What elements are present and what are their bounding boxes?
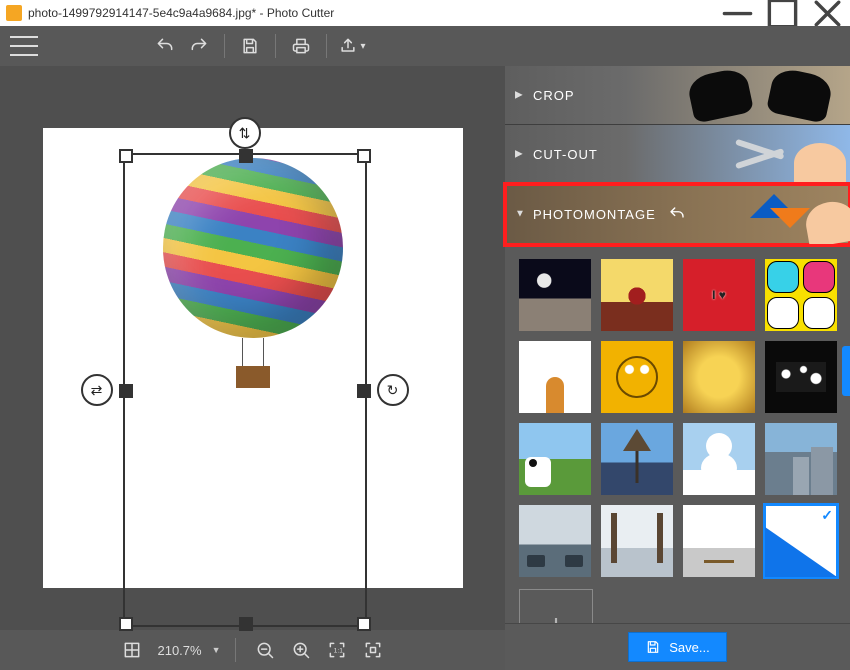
statusbar-divider: [235, 638, 236, 662]
expand-icon: ▶: [515, 90, 524, 101]
save-button-label: Save...: [669, 640, 709, 655]
background-thumb-eiffel[interactable]: [601, 423, 673, 495]
background-thumb-paparazzi[interactable]: [765, 341, 837, 413]
canvas-area: ⇅ ⇄ ↻ 210.7% ▼ 1:1: [0, 66, 505, 670]
cutout-illustration: [794, 143, 846, 183]
zoom-actual-button[interactable]: 1:1: [322, 630, 352, 670]
resize-handle-ne[interactable]: [357, 149, 371, 163]
resize-handle-nw[interactable]: [119, 149, 133, 163]
background-thumb-comic[interactable]: [765, 259, 837, 331]
zoom-fit-button[interactable]: [358, 630, 388, 670]
background-thumb-snowman[interactable]: [683, 423, 755, 495]
document-canvas[interactable]: ⇅ ⇄ ↻: [43, 128, 463, 588]
resize-handle-s[interactable]: [239, 617, 253, 631]
background-thumb-i-heart[interactable]: [683, 259, 755, 331]
background-thumb-cow[interactable]: [519, 423, 591, 495]
expand-icon: ▶: [515, 149, 524, 160]
print-button[interactable]: [284, 26, 318, 66]
resize-handle-e[interactable]: [357, 384, 371, 398]
resize-handle-w[interactable]: [119, 384, 133, 398]
resize-handle-sw[interactable]: [119, 617, 133, 631]
panel-photomontage[interactable]: ▼ PHOTOMONTAGE: [505, 184, 850, 245]
menu-button[interactable]: [10, 36, 38, 56]
background-thumb-pier[interactable]: [683, 505, 755, 577]
background-thumb-tree-sunset[interactable]: [601, 259, 673, 331]
zoom-dropdown-icon[interactable]: ▼: [212, 645, 221, 655]
toolbar-divider: [326, 34, 327, 58]
toolbar-divider: [275, 34, 276, 58]
save-bar: Save...: [505, 623, 850, 670]
minimize-button[interactable]: [715, 0, 760, 26]
status-bar: 210.7% ▼ 1:1: [0, 630, 505, 670]
side-panel: ▶ CROP ▶ CUT-OUT ▼ PHOTOMONTAGE +: [505, 66, 850, 670]
selection-box[interactable]: ⇅ ⇄ ↻: [123, 153, 367, 627]
background-thumb-winter-trees[interactable]: [601, 505, 673, 577]
window-title: photo-1499792914147-5e4c9a4a9684.jpg* - …: [28, 6, 715, 20]
panel-crop[interactable]: ▶ CROP: [505, 66, 850, 125]
crop-illustration: [670, 66, 850, 124]
panel-photomontage-label: PHOTOMONTAGE: [533, 207, 656, 222]
grid-toggle-button[interactable]: [117, 630, 147, 670]
svg-text:1:1: 1:1: [333, 648, 343, 655]
background-thumb-city[interactable]: [765, 423, 837, 495]
zoom-out-button[interactable]: [250, 630, 280, 670]
zoom-level: 210.7%: [157, 643, 201, 658]
panel-expand-tab[interactable]: [842, 346, 850, 396]
panel-cutout[interactable]: ▶ CUT-OUT: [505, 125, 850, 184]
scissors-icon: [734, 139, 790, 169]
background-thumb-dog[interactable]: [519, 341, 591, 413]
resize-handle-se[interactable]: [357, 617, 371, 631]
close-button[interactable]: [805, 0, 850, 26]
reset-photomontage-button[interactable]: [668, 205, 686, 223]
undo-button[interactable]: [148, 26, 182, 66]
collapse-icon: ▼: [515, 209, 526, 220]
zoom-in-button[interactable]: [286, 630, 316, 670]
background-thumb-monster[interactable]: [601, 341, 673, 413]
background-thumb-bokeh-gold[interactable]: [683, 341, 755, 413]
resize-handle-n[interactable]: [239, 149, 253, 163]
toolbar-divider: [224, 34, 225, 58]
save-icon-button[interactable]: [233, 26, 267, 66]
main-toolbar: ▾: [0, 26, 850, 66]
canvas-viewport[interactable]: ⇅ ⇄ ↻: [0, 66, 505, 630]
share-button[interactable]: ▾: [335, 26, 369, 66]
maximize-button[interactable]: [760, 0, 805, 26]
background-thumb-moon[interactable]: [519, 259, 591, 331]
add-background-button[interactable]: +: [519, 589, 593, 623]
save-button[interactable]: Save...: [628, 632, 726, 662]
redo-button[interactable]: [182, 26, 216, 66]
app-icon: [6, 5, 22, 21]
background-thumb-gondola[interactable]: [519, 505, 591, 577]
panel-cutout-label: CUT-OUT: [533, 147, 598, 162]
flip-vertical-button[interactable]: ⇅: [229, 117, 261, 149]
rotate-button[interactable]: ↻: [377, 374, 409, 406]
titlebar: photo-1499792914147-5e4c9a4a9684.jpg* - …: [0, 0, 850, 26]
background-thumbnails: +: [505, 245, 850, 623]
panel-crop-label: CROP: [533, 88, 575, 103]
flip-horizontal-button[interactable]: ⇄: [81, 374, 113, 406]
background-thumb-blank-blue[interactable]: [765, 505, 837, 577]
